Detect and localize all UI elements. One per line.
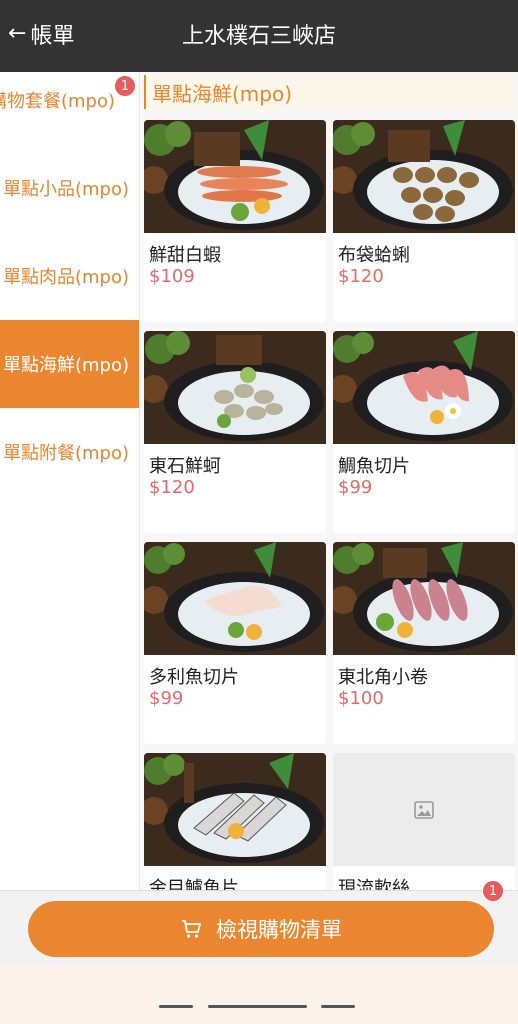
product-price: $120 [149,477,195,498]
product-image-sea-bream [333,331,515,444]
view-cart-button[interactable]: 檢視購物清單 [28,901,494,957]
product-name: 東石鮮蚵 [149,456,221,477]
bottom-bar: 檢視購物清單 [0,890,518,965]
product-card[interactable]: 鯛魚切片 $99 [333,331,515,533]
product-name: 現流軟絲 [338,878,410,890]
sidebar-item-side-dishes[interactable]: 單點附餐(mpo) [0,408,139,496]
cart-count-badge: 1 [482,880,504,902]
cart-icon [182,920,201,938]
product-price: $120 [338,266,384,287]
page-title: 上水樸石三峽店 [181,24,336,49]
home-button[interactable] [208,1005,307,1008]
section-title: 單點海鮮(mpo) [152,81,293,106]
product-price: $99 [149,688,184,709]
product-image-sea-bass [144,753,326,866]
sidebar-item-label: 單點附餐(mpo) [3,443,130,464]
product-card[interactable]: 東北角小卷 $100 [333,542,515,744]
sidebar-item-seafood[interactable]: 單點海鮮(mpo) [0,320,139,408]
product-list[interactable]: 單點海鮮(mpo) 鮮甜白蝦 $109 布袋蛤蜊 $120 東石鮮蚵 $120 … [140,72,518,890]
product-name: 東北角小卷 [338,667,428,688]
sidebar-item-meats[interactable]: 單點肉品(mpo) [0,232,139,320]
product-image-dory-fish [144,542,326,655]
sidebar-item-label: 單點肉品(mpo) [3,267,130,288]
sidebar-item-label: 單點小品(mpo) [3,179,130,200]
product-card[interactable]: 布袋蛤蜊 $120 [333,120,515,322]
recent-apps-button[interactable] [159,1005,193,1008]
category-sidebar: 購物套餐(mpo) 單點小品(mpo) 單點肉品(mpo) 單點海鮮(mpo) … [0,72,139,890]
product-name: 布袋蛤蜊 [338,245,410,266]
image-placeholder-icon [414,800,434,819]
product-image-oysters [144,331,326,444]
sidebar-item-small-dishes[interactable]: 單點小品(mpo) [0,144,139,232]
product-card[interactable]: 多利魚切片 $99 [144,542,326,744]
product-name: 多利魚切片 [149,667,239,688]
product-image-shrimp [144,120,326,233]
product-name: 鯛魚切片 [338,456,410,477]
product-card[interactable]: 鮮甜白蝦 $109 [144,120,326,322]
product-name: 鮮甜白蝦 [149,245,221,266]
system-nav-bar [0,965,518,1024]
product-name: 金目鱸魚片 [149,878,239,890]
product-image-squid [333,542,515,655]
product-price: $99 [338,477,373,498]
sidebar-item-label: 購物套餐(mpo) [0,91,116,112]
section-accent-bar [144,75,146,109]
product-card[interactable]: 現流軟絲 [333,753,515,890]
app-header: ← 帳單 上水樸石三峽店 [0,0,518,72]
product-card[interactable]: 東石鮮蚵 $120 [144,331,326,533]
product-image-clams [333,120,515,233]
product-image-placeholder [333,753,515,866]
product-price: $100 [338,688,384,709]
back-nav-button[interactable] [321,1005,355,1008]
sidebar-count-badge: 1 [114,75,136,97]
section-header: 單點海鮮(mpo) [144,74,514,110]
product-card[interactable]: 金目鱸魚片 [144,753,326,890]
view-cart-label: 檢視購物清單 [216,918,342,942]
sidebar-item-label: 單點海鮮(mpo) [3,355,130,376]
product-price: $109 [149,266,195,287]
